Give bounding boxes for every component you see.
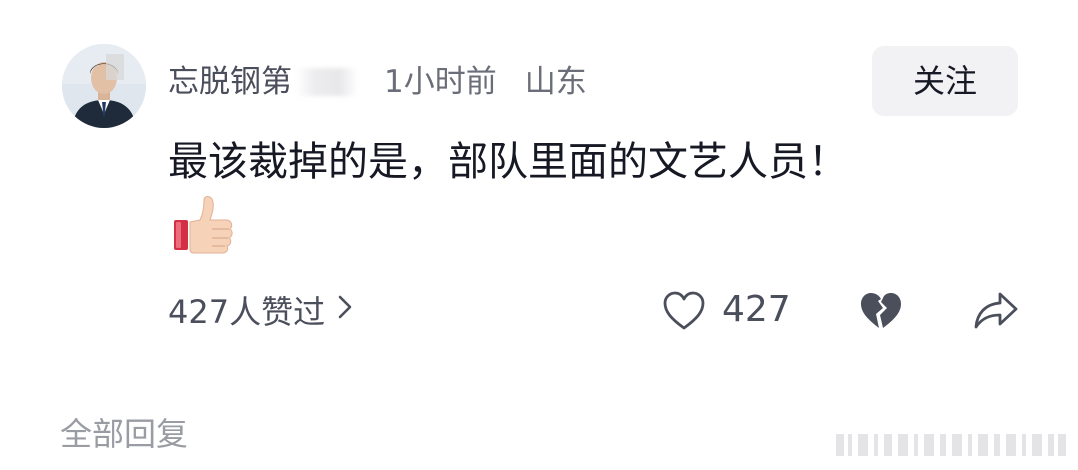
likes-summary-link[interactable]: 427人赞过 — [168, 284, 353, 336]
likes-summary-text: 427人赞过 — [168, 293, 326, 331]
comment-time: 1小时前 — [384, 64, 497, 100]
all-replies-label: 全部回复 — [60, 415, 189, 453]
comment-location: 山东 — [524, 64, 587, 100]
username-redaction — [296, 68, 358, 96]
like-count: 427 — [722, 289, 791, 330]
comment-username[interactable]: 忘脱钢第 — [168, 56, 292, 108]
broken-heart-icon[interactable] — [858, 290, 904, 332]
thumbs-up-emoji-icon — [170, 192, 236, 258]
chevron-right-icon — [337, 291, 353, 329]
comment-text: 最该裁掉的是，部队里面的文艺人员！ — [168, 139, 848, 185]
comment-header: 忘脱钢第 1小时前 山东 — [168, 56, 587, 108]
follow-button[interactable]: 关注 — [872, 46, 1018, 116]
watermark-bars — [836, 430, 1068, 458]
share-icon[interactable] — [972, 290, 1020, 332]
like-heart-icon[interactable] — [662, 290, 706, 332]
avatar[interactable] — [62, 44, 146, 128]
